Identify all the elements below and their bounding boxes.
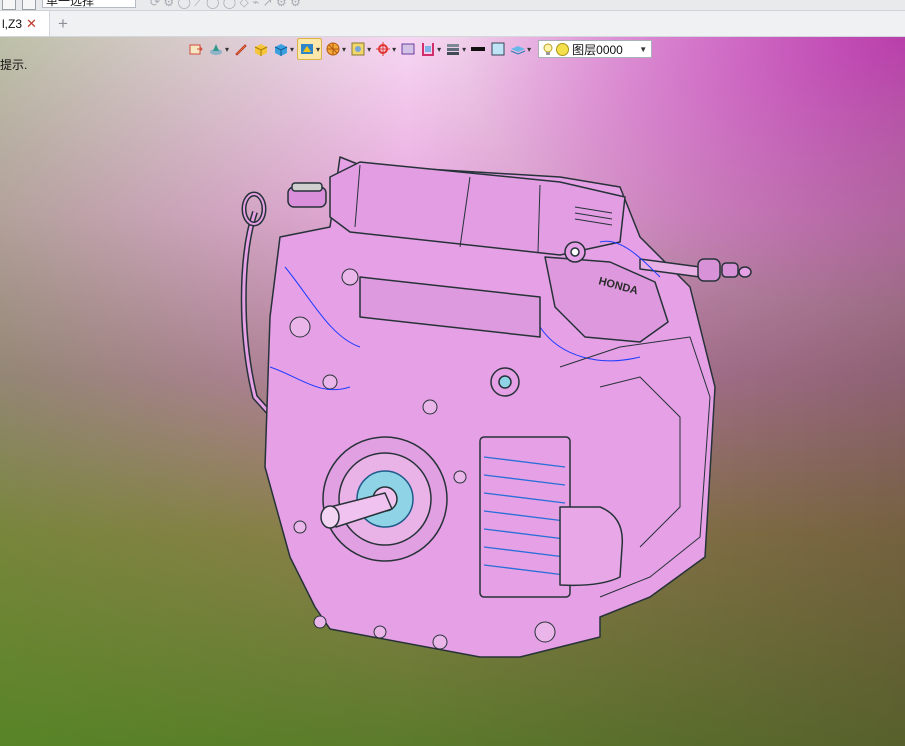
line-color-button[interactable] <box>469 39 487 59</box>
toolbar-button[interactable] <box>22 0 36 10</box>
lightbulb-icon <box>543 43 553 55</box>
display-mode-icon <box>301 44 314 54</box>
selection-mode-select[interactable]: 单一选择 <box>42 0 136 8</box>
prompt-hint: 提示. <box>0 58 28 72</box>
solid-cube-button[interactable]: ▾ <box>272 39 295 59</box>
frame-view-icon <box>401 43 415 55</box>
render-mode-button[interactable]: ▾ <box>207 39 230 59</box>
render-mode-icon <box>210 44 222 55</box>
layer-select[interactable]: 图层0000 ▼ <box>538 40 653 58</box>
section-view-button[interactable]: ▾ <box>324 39 347 59</box>
pen-icon <box>235 44 247 56</box>
view-toolbar: ▾ ▾ ▾ ▾ ▾ ▾ ▾ ▾ ▾ 图层0000 ▼ <box>187 37 653 61</box>
document-tab[interactable]: l,Z3 ✕ <box>0 11 50 36</box>
document-tab-label: l,Z3 <box>2 16 23 31</box>
coordinate-icon <box>376 42 391 56</box>
add-tab-icon[interactable]: + <box>58 14 68 34</box>
toolbar-faded-icons: ⟳ ⚙ ◯ ⟋ ◯ ◯ ◇ ⌁ ↗ ⚙ ⚙ <box>150 0 301 9</box>
layer-manager-icon <box>510 46 526 55</box>
clip-plane-icon <box>422 43 435 56</box>
clip-plane-button[interactable]: ▾ <box>419 39 442 59</box>
shaded-box-button[interactable] <box>252 39 270 59</box>
section-view-icon <box>326 42 340 56</box>
shaded-box-icon <box>254 44 268 56</box>
view-orient-icon <box>189 44 203 55</box>
display-mode-button[interactable]: ▾ <box>297 38 323 60</box>
top-toolbar-strip: 单一选择 ⟳ ⚙ ◯ ⟋ ◯ ◯ ◇ ⌁ ↗ ⚙ ⚙ <box>0 0 905 11</box>
view-orient-button[interactable] <box>187 39 205 59</box>
toolbar-button[interactable] <box>2 0 16 10</box>
close-tab-icon[interactable]: ✕ <box>26 16 37 32</box>
solid-cube-icon <box>274 44 288 56</box>
document-tab-bar: l,Z3 ✕ + <box>0 11 905 37</box>
frame-view-button[interactable] <box>399 39 417 59</box>
layer-manager-button[interactable]: ▾ <box>509 39 532 59</box>
fill-color-button[interactable] <box>489 39 507 59</box>
fill-color-icon <box>491 42 505 56</box>
layer-stack-button[interactable]: ▾ <box>444 39 467 59</box>
graphics-viewport[interactable]: 提示. ▾ ▾ ▾ ▾ ▾ ▾ ▾ ▾ ▾ 图层0000 ▼ HONDA <box>0 37 905 746</box>
pen-button[interactable] <box>232 39 250 59</box>
fit-view-button[interactable]: ▾ <box>349 39 372 59</box>
line-color-icon <box>471 47 486 51</box>
chevron-down-icon: ▼ <box>639 44 648 54</box>
layer-color-swatch <box>556 42 570 56</box>
engine-3d-model[interactable]: HONDA <box>0 37 905 746</box>
fit-view-icon <box>351 42 365 56</box>
layer-stack-icon <box>447 44 460 55</box>
coordinate-button[interactable]: ▾ <box>374 39 397 59</box>
layer-name: 图层0000 <box>572 42 623 57</box>
